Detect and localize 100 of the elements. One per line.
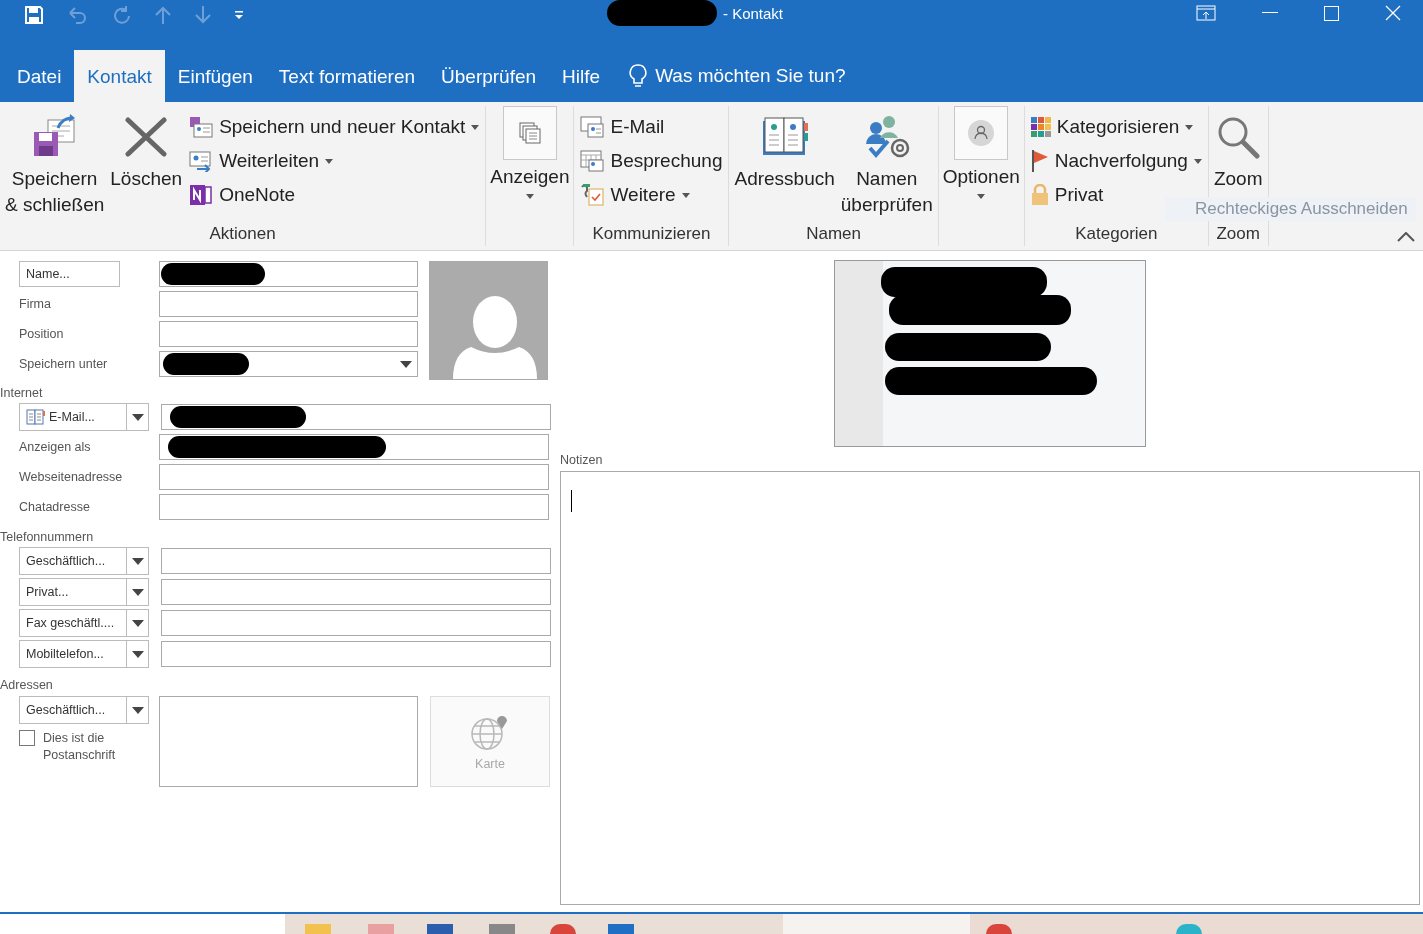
- phone-type-button[interactable]: Fax geschäftl....: [19, 609, 149, 637]
- text-field[interactable]: [159, 321, 418, 347]
- caret-icon: [1185, 124, 1194, 130]
- snipping-tooltip: Rechteckiges Ausschneiden: [1165, 197, 1416, 221]
- ribbon-button[interactable]: Kategorisieren: [1026, 110, 1206, 144]
- ribbon-button[interactable]: Weiterleiten: [185, 144, 484, 178]
- group-label: Kategorien: [1074, 223, 1159, 245]
- address-type-button[interactable]: Geschäftlich...: [19, 696, 149, 724]
- group-label: Kommunizieren: [591, 223, 712, 245]
- calendar-card-icon: [580, 150, 605, 172]
- tell-me-search[interactable]: Was möchten Sie tun?: [613, 50, 846, 102]
- window-title: - Kontakt: [723, 4, 784, 22]
- ribbon-tab[interactable]: Einfügen: [164, 50, 266, 102]
- field-label: Anzeigen als: [19, 440, 92, 454]
- color-grid-icon: [1030, 117, 1051, 137]
- ribbon-button[interactable]: Zoom: [1210, 106, 1266, 194]
- caret-icon: [1193, 158, 1202, 164]
- ribbon-tab[interactable]: Datei: [4, 50, 75, 102]
- save-card-icon: [189, 116, 214, 138]
- name-button[interactable]: Name...: [19, 261, 120, 287]
- address-field[interactable]: [159, 696, 418, 787]
- email-type-button[interactable]: E-Mail...: [19, 403, 149, 431]
- lightbulb-icon: [629, 64, 648, 88]
- flag-icon: [1030, 149, 1049, 173]
- down-arrow-icon[interactable]: [194, 5, 212, 25]
- notes-label: Notizen: [560, 453, 604, 469]
- ribbon-tab[interactable]: Text formatieren: [265, 50, 429, 102]
- ribbon-button[interactable]: Speichern & schließen: [2, 106, 108, 220]
- ribbon-button[interactable]: Adressbuch: [731, 106, 838, 194]
- ribbon-tab[interactable]: Überprüfen: [428, 50, 550, 102]
- section-heading: Internet: [0, 385, 44, 402]
- undo-icon[interactable]: [66, 5, 88, 25]
- dropdown-caret-icon: [131, 619, 144, 627]
- contact-photo[interactable]: [429, 261, 548, 380]
- text-field[interactable]: [159, 494, 549, 520]
- pages-icon: [518, 122, 541, 144]
- email-card-icon: [580, 116, 605, 138]
- close-icon[interactable]: [1385, 5, 1401, 21]
- dropdown-caret-icon: [131, 588, 144, 596]
- address-book-icon: [26, 409, 46, 425]
- dropdown-caret-icon: [131, 557, 144, 565]
- text-field[interactable]: [159, 351, 418, 377]
- caret-icon: [977, 194, 986, 199]
- ribbon-button[interactable]: Namen überprüfen: [837, 106, 936, 220]
- collapse-ribbon-icon[interactable]: [1397, 232, 1415, 242]
- ribbon-tab[interactable]: Kontakt: [74, 50, 165, 102]
- phone-field[interactable]: [161, 579, 551, 605]
- save-icon[interactable]: [24, 5, 44, 25]
- caret-icon: [471, 124, 480, 130]
- phone-type-button[interactable]: Mobiltelefon...: [19, 640, 149, 668]
- business-card[interactable]: [834, 260, 1146, 447]
- text-field[interactable]: [159, 291, 418, 317]
- delete-x-icon: [124, 117, 169, 157]
- group-label: Zoom: [1215, 223, 1261, 245]
- field-label: Speichern unter: [19, 357, 109, 371]
- phone-field[interactable]: [161, 548, 551, 574]
- ribbon-tab[interactable]: Hilfe: [549, 50, 614, 102]
- text-cursor: [571, 490, 572, 512]
- customize-caret-icon[interactable]: [234, 10, 244, 20]
- ribbon-button[interactable]: E-Mail: [576, 110, 727, 144]
- phone-field[interactable]: [161, 641, 551, 667]
- tell-me-text: Was möchten Sie tun?: [655, 65, 846, 87]
- up-arrow-icon[interactable]: [154, 5, 172, 25]
- group-label: Namen: [805, 223, 862, 245]
- text-field[interactable]: [159, 464, 549, 490]
- field-label: Firma: [19, 297, 52, 311]
- minimize-icon[interactable]: [1262, 12, 1278, 14]
- ribbon-button[interactable]: Optionen: [940, 106, 1022, 199]
- caret-icon: [525, 194, 534, 199]
- field-label: Position: [19, 327, 65, 341]
- maximize-icon[interactable]: [1324, 5, 1339, 21]
- caret-icon: [325, 158, 334, 164]
- phone-field[interactable]: [161, 610, 551, 636]
- ribbon-button[interactable]: OneNote: [185, 178, 484, 212]
- dropdown-caret-icon: [131, 650, 144, 658]
- contact-card-arrow-icon: [189, 150, 214, 172]
- phone-type-button[interactable]: Geschäftlich...: [19, 547, 149, 575]
- field-label: Chatadresse: [19, 500, 91, 514]
- email-field[interactable]: [161, 404, 551, 430]
- ribbon-button[interactable]: Weitere: [576, 178, 727, 212]
- section-heading: Adressen: [0, 677, 54, 694]
- ribbon-button[interactable]: Speichern und neuer Kontakt: [185, 110, 484, 144]
- dropdown-caret-icon: [131, 706, 144, 714]
- text-field[interactable]: [159, 434, 549, 460]
- dropdown-caret-icon: [400, 361, 412, 368]
- name-field[interactable]: [159, 261, 418, 287]
- app-icon[interactable]: [550, 924, 576, 934]
- notes-field[interactable]: [560, 471, 1420, 905]
- ribbon-button[interactable]: Anzeigen: [488, 106, 572, 199]
- phone-type-button[interactable]: Privat...: [19, 578, 149, 606]
- postal-checkbox[interactable]: [19, 730, 35, 746]
- ribbon-button[interactable]: Nachverfolgung: [1026, 144, 1206, 178]
- ribbon-display-icon[interactable]: [1196, 5, 1216, 21]
- app-icon[interactable]: [1176, 924, 1202, 934]
- checkbox-label: Dies ist die Postanschrift: [43, 730, 117, 764]
- ribbon-button[interactable]: Löschen: [107, 106, 186, 194]
- lock-icon: [1030, 184, 1049, 206]
- ribbon-button[interactable]: Besprechung: [576, 144, 727, 178]
- field-label: Webseitenadresse: [19, 470, 124, 484]
- app-icon[interactable]: [986, 924, 1012, 934]
